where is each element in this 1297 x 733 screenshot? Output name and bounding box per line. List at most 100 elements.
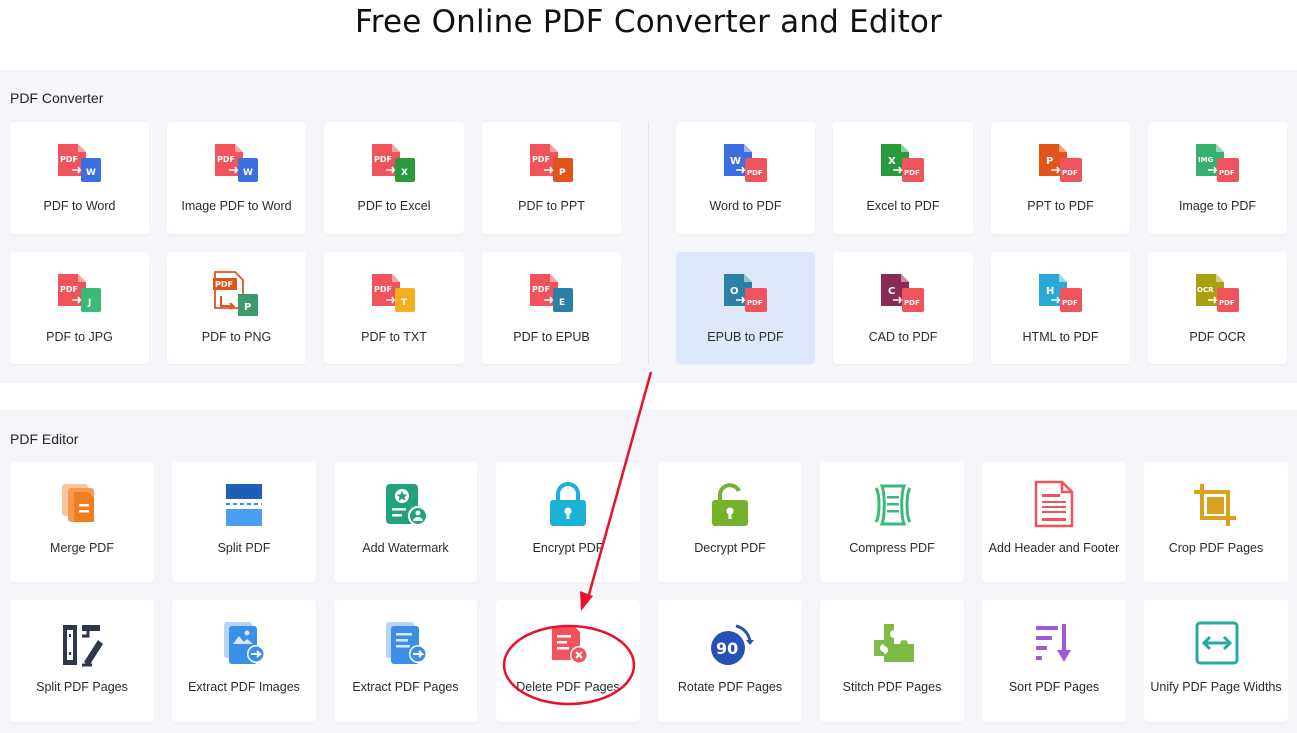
tool-card-stitch-pdf-pages[interactable]: Stitch PDF Pages <box>820 600 964 722</box>
tool-card-extract-pdf-images[interactable]: Extract PDF Images <box>172 600 316 722</box>
tool-label: PDF to PPT <box>518 199 585 213</box>
delete-pdf-pages-icon <box>552 626 588 664</box>
svg-text:X: X <box>401 168 408 178</box>
add-header-footer-icon <box>1034 480 1074 528</box>
svg-text:PDF: PDF <box>60 285 78 294</box>
extract-pdf-images-icon <box>224 622 265 664</box>
tool-card-pdf-to-png[interactable]: PDF P PDF to PNG <box>167 252 306 364</box>
tool-card-add-header-footer[interactable]: Add Header and Footer <box>982 462 1126 582</box>
tool-label: PDF OCR <box>1189 330 1246 344</box>
svg-text:PDF: PDF <box>532 155 550 164</box>
pdf-to-png-icon: PDF P <box>213 271 258 316</box>
svg-text:PDF: PDF <box>215 280 233 289</box>
ppt-to-pdf-icon: P PDF <box>1039 144 1082 182</box>
tool-card-ppt-to-pdf[interactable]: P PDF PPT to PDF <box>991 122 1130 234</box>
tool-label: Word to PDF <box>709 199 782 213</box>
excel-to-pdf-icon: X PDF <box>881 144 924 182</box>
tool-label: Extract PDF Images <box>188 680 300 694</box>
tool-label: HTML to PDF <box>1022 330 1099 344</box>
tool-card-epub-to-pdf[interactable]: O PDF EPUB to PDF <box>676 252 815 364</box>
tool-label: Rotate PDF Pages <box>677 680 783 694</box>
tool-card-html-to-pdf[interactable]: H PDF HTML to PDF <box>991 252 1130 364</box>
tool-card-decrypt-pdf[interactable]: Decrypt PDF <box>658 462 802 582</box>
section-title-converter: PDF Converter <box>10 90 104 106</box>
image-pdf-to-word-icon: PDF W <box>215 144 258 182</box>
tool-label: Split PDF <box>217 541 271 555</box>
encrypt-pdf-icon <box>550 482 586 526</box>
split-pdf-icon <box>226 484 262 526</box>
decrypt-pdf-icon <box>712 483 748 526</box>
svg-text:W: W <box>243 168 253 178</box>
tool-card-pdf-to-excel[interactable]: PDF X PDF to Excel <box>324 122 464 234</box>
tool-label: Split PDF Pages <box>36 680 128 694</box>
tool-card-image-pdf-to-word[interactable]: PDF W Image PDF to Word <box>167 122 306 234</box>
tool-card-encrypt-pdf[interactable]: Encrypt PDF <box>496 462 640 582</box>
tool-card-word-to-pdf[interactable]: W PDF Word to PDF <box>676 122 815 234</box>
svg-text:PDF: PDF <box>532 285 550 294</box>
tool-label: PDF to EPUB <box>513 330 590 344</box>
tool-card-add-watermark[interactable]: Add Watermark <box>334 462 477 582</box>
pdf-ocr-icon: OCR PDF <box>1196 274 1239 312</box>
tool-label: Image PDF to Word <box>181 199 292 213</box>
tool-label: Delete PDF Pages <box>516 680 620 694</box>
tool-label: Image to PDF <box>1178 199 1257 213</box>
svg-text:J: J <box>87 298 91 308</box>
svg-text:PDF: PDF <box>217 155 235 164</box>
pdf-to-txt-icon: PDF T <box>372 274 415 312</box>
tool-label: Stitch PDF Pages <box>842 680 942 694</box>
tool-label: Add Header and Footer <box>988 541 1120 555</box>
tool-card-pdf-to-ppt[interactable]: PDF P PDF to PPT <box>482 122 621 234</box>
tool-card-rotate-pdf-pages[interactable]: 90 Rotate PDF Pages <box>658 600 802 722</box>
tool-card-pdf-to-epub[interactable]: PDF E PDF to EPUB <box>482 252 621 364</box>
tool-card-pdf-to-txt[interactable]: PDF T PDF to TXT <box>324 252 464 364</box>
tool-label: PPT to PDF <box>1027 199 1094 213</box>
tool-card-pdf-to-word[interactable]: PDF W PDF to Word <box>10 122 149 234</box>
word-to-pdf-icon: W PDF <box>724 144 767 182</box>
tool-card-unify-pdf-page-widths[interactable]: Unify PDF Page Widths <box>1144 600 1288 722</box>
tool-card-merge-pdf[interactable]: Merge PDF <box>10 462 154 582</box>
tool-label: CAD to PDF <box>868 330 938 344</box>
html-to-pdf-icon: H PDF <box>1039 274 1082 312</box>
tool-card-split-pdf-pages[interactable]: Split PDF Pages <box>10 600 154 722</box>
pdf-to-epub-icon: PDF E <box>530 274 573 312</box>
tool-label: PDF to Excel <box>357 199 431 213</box>
tool-label: Crop PDF Pages <box>1168 541 1264 555</box>
crop-pdf-pages-icon <box>1194 484 1236 526</box>
svg-text:P: P <box>1046 156 1053 167</box>
tool-label: PDF to PNG <box>201 330 272 344</box>
svg-text:PDF: PDF <box>374 155 392 164</box>
tool-card-sort-pdf-pages[interactable]: Sort PDF Pages <box>982 600 1126 722</box>
svg-text:C: C <box>888 286 895 297</box>
pdf-to-jpg-icon: PDF J <box>58 274 101 312</box>
tool-card-split-pdf[interactable]: Split PDF <box>172 462 316 582</box>
tool-label: PDF to JPG <box>46 330 113 344</box>
svg-text:PDF: PDF <box>904 169 920 177</box>
tool-label: Unify PDF Page Widths <box>1150 680 1282 694</box>
cad-to-pdf-icon: C PDF <box>881 274 924 312</box>
pdf-to-word-icon: PDF W <box>58 144 101 182</box>
section-title-editor: PDF Editor <box>10 431 79 447</box>
tool-card-image-to-pdf[interactable]: IMG PDF Image to PDF <box>1148 122 1287 234</box>
add-watermark-icon <box>386 484 428 526</box>
svg-text:PDF: PDF <box>1219 169 1235 177</box>
svg-text:90: 90 <box>716 639 738 658</box>
svg-text:W: W <box>86 168 96 178</box>
svg-text:O: O <box>730 286 739 297</box>
tool-card-compress-pdf[interactable]: Compress PDF <box>820 462 964 582</box>
epub-to-pdf-icon: O PDF <box>724 274 767 312</box>
svg-text:X: X <box>888 156 896 167</box>
extract-pdf-pages-icon <box>386 622 427 664</box>
tool-label: Add Watermark <box>362 541 449 555</box>
tool-card-cad-to-pdf[interactable]: C PDF CAD to PDF <box>833 252 973 364</box>
unify-pdf-page-widths-icon <box>1195 621 1239 665</box>
tool-label: Sort PDF Pages <box>1008 680 1100 694</box>
svg-text:PDF: PDF <box>747 169 763 177</box>
tool-card-pdf-to-jpg[interactable]: PDF J PDF to JPG <box>10 252 149 364</box>
tool-card-extract-pdf-pages[interactable]: Extract PDF Pages <box>334 600 477 722</box>
svg-text:T: T <box>401 298 408 308</box>
tool-label: Encrypt PDF <box>532 541 604 555</box>
tool-card-pdf-ocr[interactable]: OCR PDF PDF OCR <box>1148 252 1287 364</box>
tool-card-excel-to-pdf[interactable]: X PDF Excel to PDF <box>833 122 973 234</box>
tool-card-crop-pdf-pages[interactable]: Crop PDF Pages <box>1144 462 1288 582</box>
tool-card-delete-pdf-pages[interactable]: Delete PDF Pages <box>496 600 640 722</box>
